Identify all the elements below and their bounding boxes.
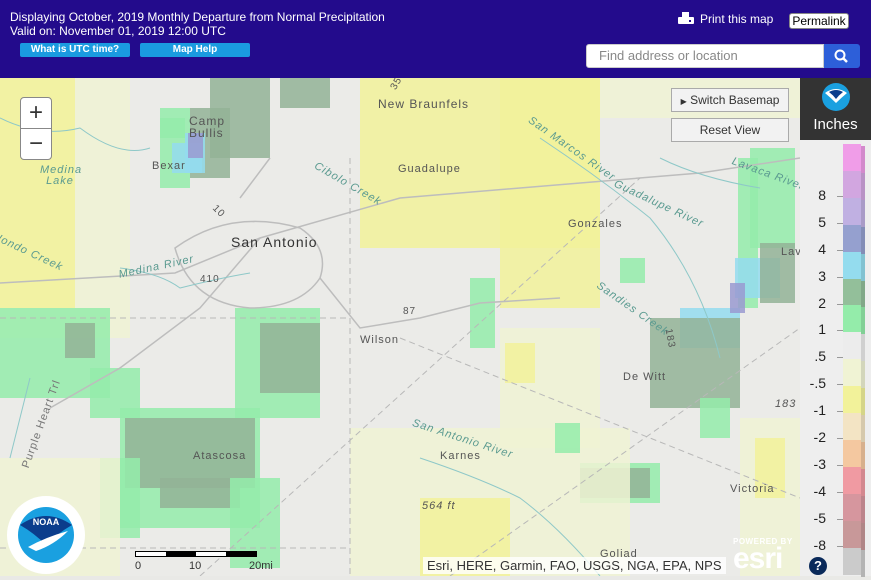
legend-swatch <box>843 305 861 333</box>
legend-swatch-side <box>861 522 865 550</box>
legend-swatch <box>843 359 861 387</box>
search-input[interactable]: Find address or location <box>586 44 824 68</box>
switch-basemap-label: Switch Basemap <box>690 93 780 107</box>
print-map-button[interactable]: Print this map <box>678 12 773 26</box>
legend-label: -5 <box>813 509 826 526</box>
legend-label: -.5 <box>809 375 826 392</box>
scale-label-20: 20mi <box>249 560 273 572</box>
print-label: Print this map <box>700 12 774 26</box>
help-icon[interactable]: ? <box>809 557 827 575</box>
legend-swatch <box>843 386 861 414</box>
svg-text:NOAA: NOAA <box>33 517 60 527</box>
header-bar: Displaying October, 2019 Monthly Departu… <box>0 0 871 78</box>
label-san-antonio: San Antonio <box>231 234 318 250</box>
search-icon <box>834 49 848 63</box>
legend-label: 8 <box>818 186 826 203</box>
legend-swatch-side <box>861 199 865 228</box>
legend-swatch-side <box>861 388 865 416</box>
legend-label: 1 <box>818 321 826 338</box>
zoom-control: + − <box>20 97 52 160</box>
label-de-witt: De Witt <box>623 371 667 383</box>
legend-units: Inches <box>813 116 858 133</box>
legend-swatch-side <box>861 226 865 255</box>
legend-label: 4 <box>818 240 826 257</box>
label-medina-lake: Medina Lake <box>40 164 83 187</box>
legend-swatch-side <box>861 253 865 281</box>
map-title: Displaying October, 2019 Monthly Departu… <box>10 10 385 24</box>
legend-swatch <box>843 278 861 306</box>
legend-swatch-side <box>861 468 865 497</box>
legend-panel: Inches 8 5 4 3 2 1 .5 -.5 -1 -2 -3 -4 -5 -8 <box>800 78 871 577</box>
legend-label: -2 <box>813 429 826 445</box>
legend-label: 3 <box>818 267 826 284</box>
scale-label-10: 10 <box>189 560 202 572</box>
utc-time-button[interactable]: What is UTC time? <box>20 43 130 57</box>
label-atascosa: Atascosa <box>193 450 247 462</box>
label-lavaca: Lav <box>781 246 800 258</box>
legend-label: 5 <box>818 213 826 230</box>
printer-icon <box>678 12 694 26</box>
legend-swatch <box>843 413 861 441</box>
legend-swatch-side <box>861 146 865 174</box>
legend-swatch <box>843 466 861 495</box>
legend-swatch-side <box>861 361 865 389</box>
road-410: 410 <box>200 274 220 285</box>
label-gonzales: Gonzales <box>568 218 623 230</box>
basemap-lines <box>0 117 800 576</box>
noaa-logo: NOAA <box>6 495 86 575</box>
reset-view-button[interactable]: Reset View <box>671 118 789 142</box>
label-camp-bullis: Camp Bullis <box>189 114 226 140</box>
elevation-564: 564 ft <box>422 500 456 512</box>
legend-swatch <box>843 520 861 548</box>
legend-label: -8 <box>813 536 826 553</box>
map-canvas[interactable]: New Braunfels Camp Bullis Bexar Guadalup… <box>0 78 800 576</box>
permalink-button[interactable]: Permalink <box>789 13 849 29</box>
map-attribution: Esri, HERE, Garmin, FAO, USGS, NGA, EPA,… <box>423 557 726 574</box>
legend-swatch <box>843 224 861 253</box>
esri-logo[interactable]: POWERED BY esri <box>733 537 793 575</box>
legend-swatch <box>843 332 861 360</box>
elevation-183: 183 ft <box>775 398 800 410</box>
legend-swatch <box>843 251 861 279</box>
label-karnes: Karnes <box>440 450 481 462</box>
switch-basemap-button[interactable]: ▶ Switch Basemap <box>671 88 789 112</box>
noaa-small-logo <box>822 83 850 111</box>
legend-swatch-side <box>861 172 865 201</box>
legend-swatch <box>843 197 861 226</box>
legend-swatch <box>843 170 861 199</box>
legend-swatch-side <box>861 280 865 308</box>
legend-swatch-side <box>861 415 865 443</box>
zoom-in-button[interactable]: + <box>21 98 51 129</box>
label-victoria: Victoria <box>730 483 775 495</box>
legend-label: -3 <box>813 455 826 472</box>
caret-right-icon: ▶ <box>680 97 687 106</box>
legend-label: 2 <box>818 294 826 311</box>
label-wilson: Wilson <box>360 334 400 346</box>
scale-bar-graphic <box>135 551 257 557</box>
legend-swatch <box>843 493 861 522</box>
legend-label: .5 <box>814 348 826 365</box>
label-guadalupe: Guadalupe <box>398 163 461 175</box>
legend-swatch-side <box>861 549 865 577</box>
legend-header: Inches <box>800 78 871 140</box>
esri-wordmark: esri <box>733 542 783 575</box>
legend-swatch <box>843 547 861 575</box>
valid-date: Valid on: November 01, 2019 12:00 UTC <box>10 24 226 38</box>
legend-swatch-side <box>861 334 865 362</box>
legend-swatch <box>843 439 861 468</box>
legend-label: -1 <box>813 402 826 419</box>
scale-label-0: 0 <box>135 560 142 572</box>
zoom-out-button[interactable]: − <box>21 129 51 160</box>
legend-swatch-side <box>861 495 865 524</box>
search-button[interactable] <box>824 44 860 68</box>
map-help-button[interactable]: Map Help <box>140 43 250 57</box>
legend-label: -4 <box>813 482 826 499</box>
legend-swatch <box>843 144 861 172</box>
road-87: 87 <box>403 306 417 317</box>
label-new-braunfels: New Braunfels <box>378 97 470 111</box>
legend-swatch-side <box>861 307 865 335</box>
legend-swatch-side <box>861 441 865 470</box>
label-bexar: Bexar <box>152 160 186 172</box>
